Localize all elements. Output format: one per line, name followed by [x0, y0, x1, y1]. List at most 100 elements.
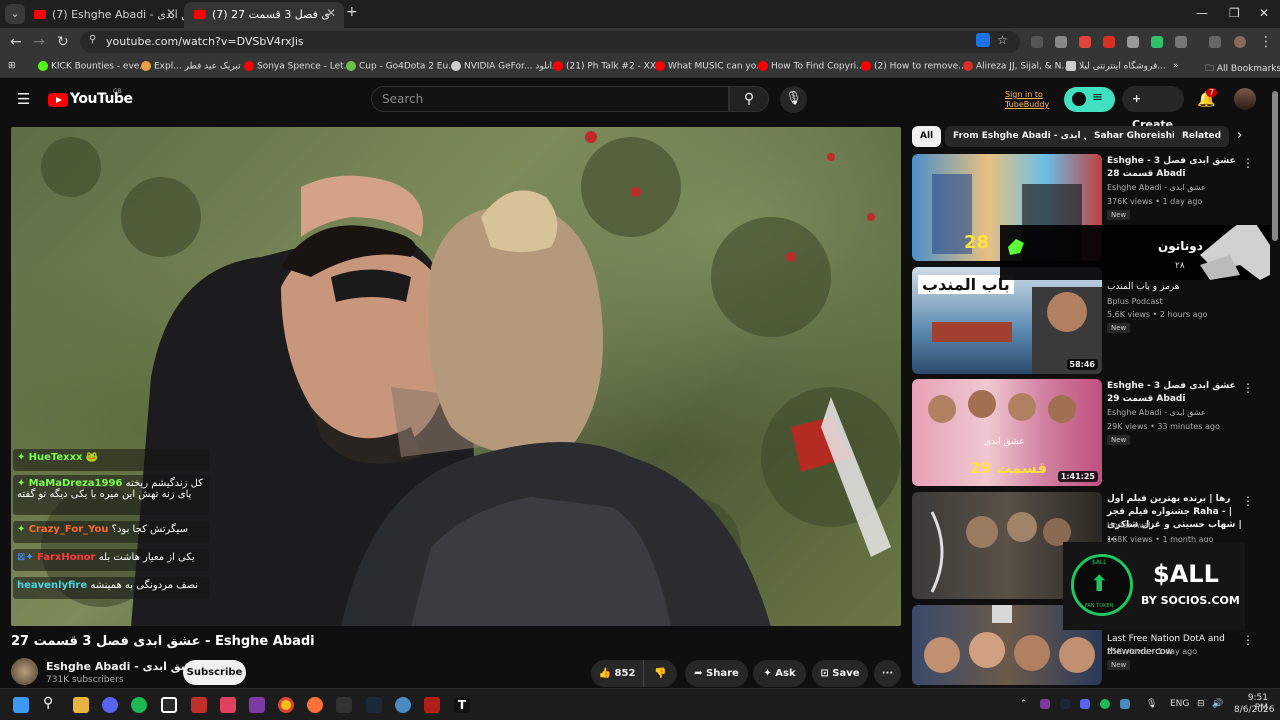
steam-icon[interactable]: [366, 697, 382, 713]
chip-all[interactable]: All: [912, 126, 942, 147]
browser-tab-2[interactable]: (7) عشق ابدی فصل 3 قسمت 27 - ✕: [184, 2, 344, 28]
app-icon[interactable]: T: [454, 697, 470, 713]
page-scrollbar[interactable]: [1270, 79, 1280, 688]
search-icon[interactable]: ⚲: [43, 695, 59, 711]
more-options-icon[interactable]: ⋮: [1242, 381, 1254, 395]
extension-icon[interactable]: [1127, 36, 1139, 48]
reading-list-icon[interactable]: [1209, 36, 1221, 48]
tubebuddy-menu-button[interactable]: ≡: [1064, 87, 1115, 112]
share-button[interactable]: ➦ Share: [685, 660, 748, 687]
bookmark-item[interactable]: (21) Ph Talk #2 - XX...: [553, 61, 665, 72]
language-indicator[interactable]: ENG: [1170, 699, 1189, 709]
save-button[interactable]: ⊡ Save: [812, 660, 868, 687]
dota-icon[interactable]: [424, 697, 440, 713]
tray-chevron-icon[interactable]: ⌃: [1020, 699, 1028, 709]
translate-icon[interactable]: [976, 33, 990, 47]
browser-tab-1[interactable]: (7) Eshghe Abadi - عشق ابدی - Y ✕: [24, 2, 184, 28]
channel-name[interactable]: Bplus Podcast: [1107, 297, 1163, 306]
network-icon[interactable]: ⊟: [1197, 699, 1205, 709]
ask-button[interactable]: ✦ Ask: [753, 660, 806, 687]
minimize-icon[interactable]: —: [1196, 6, 1208, 20]
voice-search-button[interactable]: 🎙: [780, 86, 807, 113]
recommended-video[interactable]: باب المندب 58:46 هرمز و باب المندب Bplus…: [912, 267, 1268, 375]
dislike-button[interactable]: 👎: [643, 660, 677, 687]
tray-icon[interactable]: [1120, 699, 1130, 709]
app-icon[interactable]: [161, 697, 177, 713]
search-button[interactable]: ⚲: [729, 86, 769, 112]
bookmark-item[interactable]: NVIDIA GeFor... دانلود: [451, 61, 556, 72]
account-avatar[interactable]: [1234, 88, 1256, 110]
like-button[interactable]: 👍 852: [591, 660, 643, 687]
extension-icon[interactable]: [1103, 36, 1115, 48]
bookmark-item[interactable]: Expl... تبریک عید فطر: [141, 61, 241, 72]
reload-icon[interactable]: ↻: [57, 34, 69, 50]
apps-grid-icon[interactable]: ⊞: [8, 61, 16, 71]
app-icon[interactable]: [395, 697, 411, 713]
url-text[interactable]: youtube.com/watch?v=DVSbV4rxJis: [106, 35, 304, 48]
video-thumbnail[interactable]: عشق ابدی قسمت 29 1:41:25: [912, 379, 1102, 486]
tab-search-button[interactable]: ⌄: [5, 4, 25, 24]
bookmark-item[interactable]: How To Find Copyri...: [758, 61, 865, 72]
spotify-icon[interactable]: [131, 697, 147, 713]
all-bookmarks[interactable]: 🗀 All Bookmarks: [1205, 61, 1280, 77]
bookmark-item[interactable]: Cup - Go4Dota 2 Eu...: [346, 61, 457, 72]
video-player[interactable]: ✦ HueTexxx 🐸 ✦ MaMaDreza1996 کل زندگیشم …: [11, 127, 901, 626]
tray-icon[interactable]: [1060, 699, 1070, 709]
recommended-video[interactable]: عشق ابدی قسمت 29 1:41:25 Eshghe - عشق اب…: [912, 379, 1268, 487]
bookmark-item[interactable]: Sonya Spence - Let...: [244, 61, 352, 72]
firefox-icon[interactable]: [307, 697, 323, 713]
more-options-icon[interactable]: ⋮: [1242, 156, 1254, 170]
microphone-icon[interactable]: 🎙: [1146, 699, 1157, 709]
video-thumbnail[interactable]: باب المندب 58:46: [912, 267, 1102, 374]
extension-icon[interactable]: [1055, 36, 1067, 48]
channel-name[interactable]: Eshghe Abadi - عشق ابدی: [1107, 183, 1206, 192]
bookmark-item[interactable]: KICK Bounties - eve...: [38, 61, 148, 72]
more-actions-button[interactable]: ···: [874, 660, 901, 687]
channel-name[interactable]: Eshghe Abadi - عشق ابدی: [1107, 408, 1206, 417]
more-options-icon[interactable]: ⋮: [1242, 633, 1254, 647]
channel-avatar[interactable]: [11, 658, 38, 685]
discord-icon[interactable]: [102, 697, 118, 713]
subscribe-button[interactable]: Subscribe: [183, 660, 246, 685]
chip-sahar-ghoreishi[interactable]: Sahar Ghoreishi: [1086, 126, 1184, 147]
close-tab-icon[interactable]: ✕: [166, 6, 176, 20]
app-icon[interactable]: [220, 697, 236, 713]
site-info-icon[interactable]: ⚲: [89, 34, 96, 45]
tray-icon[interactable]: [1080, 699, 1090, 709]
profile-icon[interactable]: [1234, 36, 1246, 48]
app-icon[interactable]: [191, 697, 207, 713]
new-tab-icon[interactable]: +: [346, 4, 358, 20]
forward-icon[interactable]: →: [33, 34, 45, 50]
tubebuddy-signin-link[interactable]: Sign in to TubeBuddy: [1005, 90, 1049, 110]
search-input[interactable]: Search: [371, 86, 729, 112]
bookmark-item[interactable]: What MUSIC can yo...: [655, 61, 765, 72]
chrome-icon[interactable]: [278, 697, 294, 713]
video-title[interactable]: Eshghe - عشق ابدی فصل 3 قسمت 28 Abadi: [1107, 155, 1255, 181]
bookmark-star-icon[interactable]: ☆: [997, 33, 1008, 47]
create-button[interactable]: + Create: [1122, 86, 1184, 131]
close-tab-icon[interactable]: ✕: [326, 6, 336, 20]
extension-icon[interactable]: [1079, 36, 1091, 48]
terminal-icon[interactable]: [336, 697, 352, 713]
youtube-logo-icon[interactable]: [48, 93, 68, 107]
video-title[interactable]: Eshghe - عشق ابدی فصل 3 قسمت 29 Abadi: [1107, 380, 1255, 406]
chip-related[interactable]: Related: [1174, 126, 1230, 147]
more-options-icon[interactable]: ⋮: [1242, 494, 1254, 508]
bookmark-item[interactable]: (2) How to remove...: [861, 61, 967, 72]
extension-icon[interactable]: [1151, 36, 1163, 48]
bookmark-item[interactable]: Alireza JJ, Sijal, & N...: [963, 61, 1070, 72]
volume-icon[interactable]: 🔊: [1212, 699, 1223, 709]
tray-icon[interactable]: [1040, 699, 1050, 709]
youtube-logo-text[interactable]: YouTube: [70, 91, 133, 107]
omnibox[interactable]: ⚲ youtube.com/watch?v=DVSbV4rxJis ☆: [80, 31, 1020, 53]
maximize-icon[interactable]: ❐: [1229, 6, 1240, 20]
file-explorer-icon[interactable]: [73, 697, 89, 713]
browser-menu-icon[interactable]: ⋮: [1259, 34, 1273, 50]
scrollbar-thumb[interactable]: [1272, 91, 1278, 241]
tray-icon[interactable]: [1100, 699, 1110, 709]
close-window-icon[interactable]: ✕: [1259, 6, 1269, 20]
extension-icon[interactable]: [1031, 36, 1043, 48]
video-title[interactable]: هرمز و باب المندب: [1107, 281, 1255, 294]
app-icon[interactable]: [249, 697, 265, 713]
more-bookmarks-icon[interactable]: »: [1173, 61, 1179, 71]
